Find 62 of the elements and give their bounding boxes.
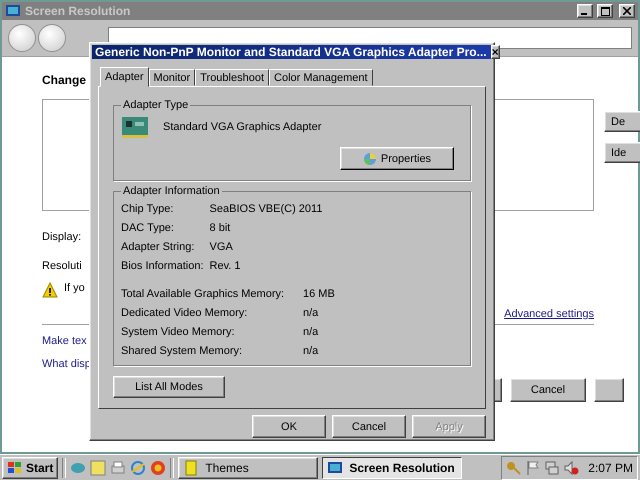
apply-button[interactable] bbox=[594, 378, 624, 402]
maximize-icon bbox=[600, 6, 610, 16]
display-icon bbox=[5, 3, 21, 19]
maximize-button[interactable] bbox=[597, 4, 613, 18]
display-label: Display: bbox=[42, 231, 82, 243]
minimize-button[interactable] bbox=[577, 4, 593, 18]
taskbar-button[interactable]: Themes bbox=[178, 456, 318, 478]
page-heading: Change bbox=[42, 73, 86, 87]
tab[interactable]: Monitor bbox=[148, 69, 196, 86]
volume-muted-icon bbox=[563, 460, 580, 476]
close-icon bbox=[623, 7, 631, 15]
folder-icon bbox=[183, 460, 200, 476]
info-label: Adapter String: bbox=[121, 241, 196, 253]
list-all-modes-button[interactable]: List All Modes bbox=[113, 376, 225, 398]
resolution-label: Resoluti bbox=[42, 260, 82, 272]
cancel-button[interactable]: Cancel bbox=[510, 378, 586, 402]
identify-button[interactable]: Ide bbox=[604, 142, 640, 163]
warning-icon bbox=[42, 282, 58, 298]
network-icon bbox=[544, 460, 560, 476]
memory-value: n/a bbox=[303, 326, 320, 338]
display-icon bbox=[327, 460, 344, 476]
info-label: DAC Type: bbox=[121, 222, 175, 234]
info-label: Bios Information: bbox=[121, 260, 204, 272]
dialog-button[interactable]: Cancel bbox=[332, 415, 406, 438]
dialog-button[interactable]: OK bbox=[252, 415, 326, 438]
info-value: Rev. 1 bbox=[210, 260, 242, 272]
start-button[interactable]: Start bbox=[2, 456, 58, 478]
tab[interactable]: Troubleshoot bbox=[195, 69, 270, 86]
close-button[interactable] bbox=[619, 4, 635, 18]
memory-value: 16 MB bbox=[303, 288, 336, 300]
clock: 2:07 PM bbox=[588, 460, 633, 474]
memory-value: n/a bbox=[303, 345, 320, 357]
adapter-name: Standard VGA Graphics Adapter bbox=[163, 121, 322, 133]
tab[interactable]: Color Management bbox=[269, 69, 373, 86]
detect-button[interactable]: De bbox=[604, 111, 640, 132]
info-value: 8 bit bbox=[210, 222, 232, 234]
dialog-title: Generic Non-PnP Monitor and Standard VGA Graphics Adapter Pro... bbox=[95, 45, 487, 59]
group-title: Adapter Type bbox=[122, 99, 190, 111]
properties-button[interactable]: Properties bbox=[340, 147, 454, 170]
memory-label: Total Available Graphics Memory: bbox=[121, 288, 286, 300]
tab[interactable]: Adapter bbox=[100, 67, 149, 87]
memory-label: Shared System Memory: bbox=[121, 345, 244, 357]
info-value: SeaBIOS VBE(C) 2011 bbox=[210, 203, 324, 215]
memory-label: Dedicated Video Memory: bbox=[121, 307, 248, 319]
close-button[interactable]: × bbox=[490, 45, 500, 59]
memory-value: n/a bbox=[303, 307, 320, 319]
taskbar-button[interactable]: Screen Resolution bbox=[322, 456, 462, 478]
text-size-link[interactable]: Make tex bbox=[42, 335, 87, 347]
key-icon bbox=[506, 460, 522, 476]
window-title: Screen Resolution bbox=[25, 4, 132, 18]
windows-logo-icon bbox=[7, 460, 23, 476]
warning-text: If yo bbox=[64, 282, 85, 294]
group-title: Adapter Information bbox=[122, 185, 221, 197]
flag-icon bbox=[525, 460, 542, 476]
printer-icon bbox=[110, 460, 126, 476]
info-value: VGA bbox=[210, 241, 234, 253]
info-label: Chip Type: bbox=[121, 203, 174, 215]
memory-label: System Video Memory: bbox=[121, 326, 236, 338]
forward-button[interactable] bbox=[38, 24, 66, 52]
note-icon bbox=[90, 460, 106, 476]
advanced-settings-link[interactable]: Advanced settings bbox=[504, 308, 594, 320]
back-button[interactable] bbox=[8, 24, 36, 52]
